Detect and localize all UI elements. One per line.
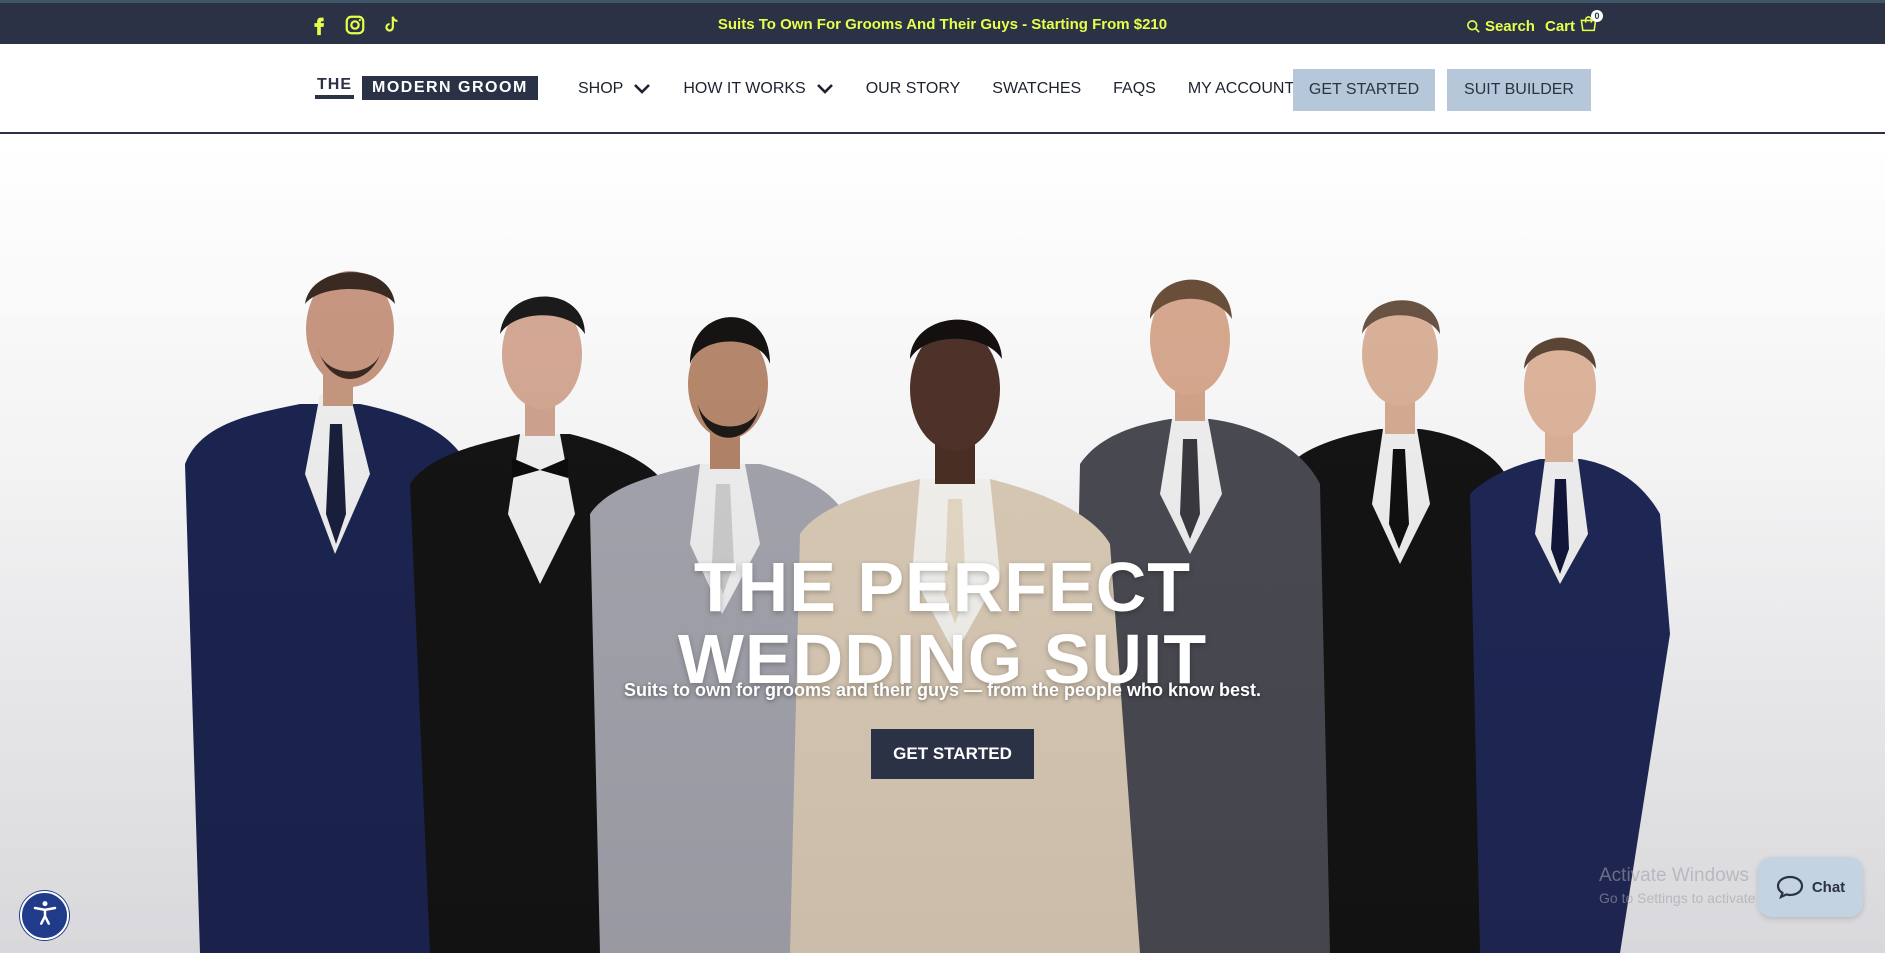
- header-utilities: Search Cart 0: [1456, 10, 1603, 36]
- logo-wordmark: MODERN GROOM: [362, 76, 538, 100]
- hero-title-line-1: THE PERFECT: [693, 548, 1192, 626]
- windows-activation-title: Activate Windows: [1599, 865, 1749, 886]
- nav-item-label: MY ACCOUNT: [1187, 80, 1295, 97]
- nav-menu: SHOP HOW IT WORKS OUR STORY SWATCHES FAQ…: [578, 80, 1354, 98]
- hero-banner: THE PERFECT WEDDING SUIT Suits to own fo…: [0, 134, 1885, 953]
- chevron-down-icon: [816, 83, 834, 95]
- nav-item-our-story[interactable]: OUR STORY: [866, 80, 961, 98]
- nav-item-shop[interactable]: SHOP: [578, 80, 651, 98]
- suit-builder-button[interactable]: SUIT BUILDER: [1447, 69, 1591, 111]
- get-started-nav-button[interactable]: GET STARTED: [1293, 69, 1435, 111]
- accessibility-button[interactable]: [20, 891, 69, 940]
- cart-count-badge: 0: [1591, 10, 1603, 22]
- logo-the: THE: [315, 77, 354, 99]
- nav-item-how-it-works[interactable]: HOW IT WORKS: [683, 80, 833, 98]
- chevron-down-icon: [633, 83, 651, 95]
- site-logo[interactable]: THE MODERN GROOM: [315, 76, 538, 100]
- announcement-bar: Suits To Own For Grooms And Their Guys -…: [0, 0, 1885, 44]
- nav-item-label: HOW IT WORKS: [683, 80, 806, 97]
- nav-item-label: OUR STORY: [865, 80, 961, 97]
- chat-bubble-icon: [1776, 875, 1804, 899]
- chat-widget-button[interactable]: Chat: [1758, 857, 1863, 917]
- nav-item-label: FAQS: [1113, 80, 1156, 97]
- hero-subtitle: Suits to own for grooms and their guys —…: [623, 680, 1262, 700]
- cart-link[interactable]: Cart 0: [1544, 10, 1603, 36]
- accessibility-icon: [30, 898, 60, 933]
- main-navigation: THE MODERN GROOM SHOP HOW IT WORKS OUR S…: [0, 44, 1885, 134]
- nav-item-label: SHOP: [578, 80, 624, 97]
- search-icon: [1466, 19, 1481, 34]
- nav-item-label: SWATCHES: [992, 80, 1082, 97]
- nav-item-faqs[interactable]: FAQS: [1113, 80, 1156, 98]
- hero-image-groomsmen: [0, 134, 1885, 953]
- search-link[interactable]: Search: [1466, 18, 1535, 35]
- hero-get-started-button[interactable]: GET STARTED: [871, 729, 1034, 779]
- chat-label: Chat: [1811, 878, 1846, 896]
- cart-label: Cart: [1544, 17, 1575, 35]
- nav-item-swatches[interactable]: SWATCHES: [992, 80, 1081, 98]
- search-label: Search: [1484, 17, 1535, 35]
